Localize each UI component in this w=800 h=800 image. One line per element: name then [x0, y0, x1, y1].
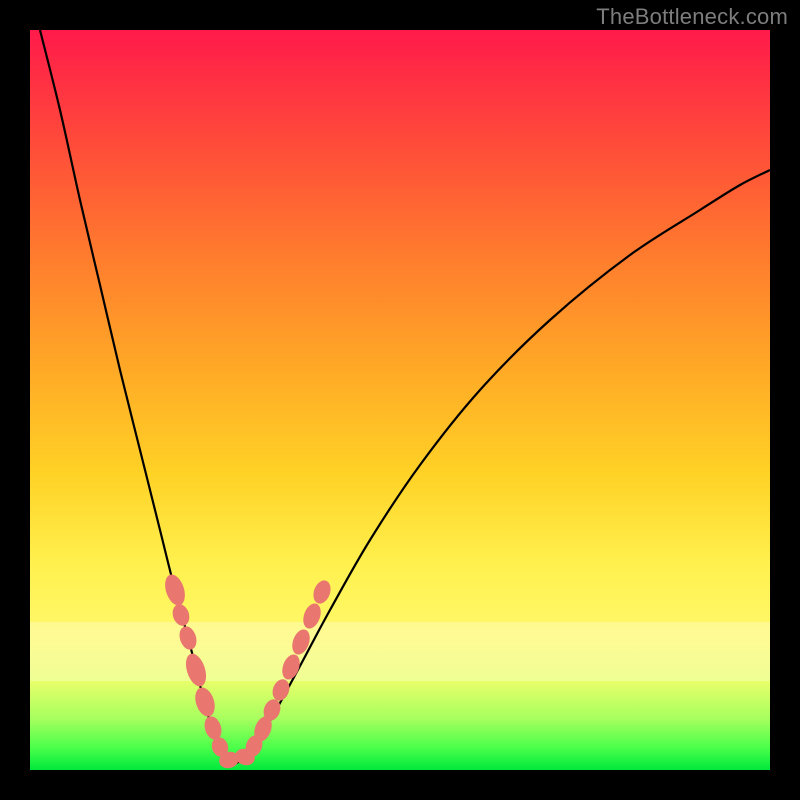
bead-marker	[192, 685, 218, 719]
bead-marker	[170, 602, 192, 628]
plot-area	[30, 30, 770, 770]
bead-marker	[289, 627, 313, 657]
bead-marker	[161, 572, 188, 608]
watermark-text: TheBottleneck.com	[596, 4, 788, 30]
chart-svg	[30, 30, 770, 770]
bead-marker	[270, 677, 293, 703]
left-curve	[40, 30, 235, 764]
bead-marker	[310, 578, 333, 606]
bead-marker	[177, 624, 200, 652]
chart-frame: TheBottleneck.com	[0, 0, 800, 800]
right-curve	[235, 170, 770, 764]
bead-marker	[182, 651, 210, 689]
curve-beads	[161, 572, 333, 771]
